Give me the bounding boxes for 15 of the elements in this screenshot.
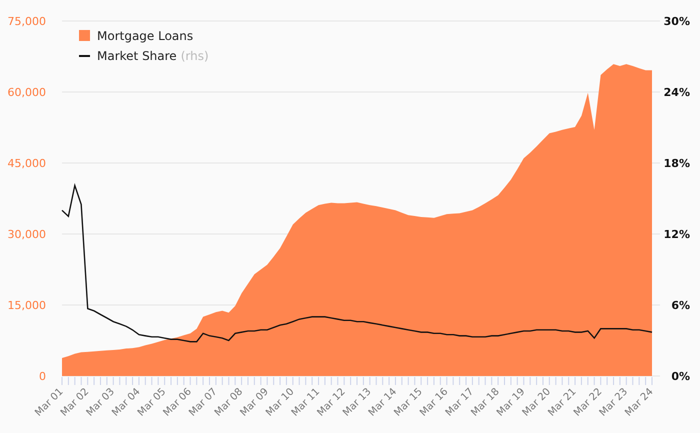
legend-label: Mortgage Loans <box>97 29 194 43</box>
y-axis-label: 6% <box>671 299 690 312</box>
y-axis-label: 45,000 <box>8 157 46 170</box>
y-axis-label: 18% <box>664 157 690 170</box>
y-axis-label: 12% <box>664 228 690 241</box>
y-axis-label: 15,000 <box>8 299 46 312</box>
y-axis-label: 24% <box>664 86 690 99</box>
y-axis-label: 0% <box>671 370 690 383</box>
y-axis-label: 75,000 <box>8 15 46 28</box>
legend-label: Market Share (rhs) <box>97 49 209 63</box>
y-axis-label: 30% <box>664 15 690 28</box>
y-axis-label: 60,000 <box>8 86 46 99</box>
y-axis-label: 0 <box>39 370 46 383</box>
legend-swatch <box>79 30 90 41</box>
y-axis-label: 30,000 <box>8 228 46 241</box>
